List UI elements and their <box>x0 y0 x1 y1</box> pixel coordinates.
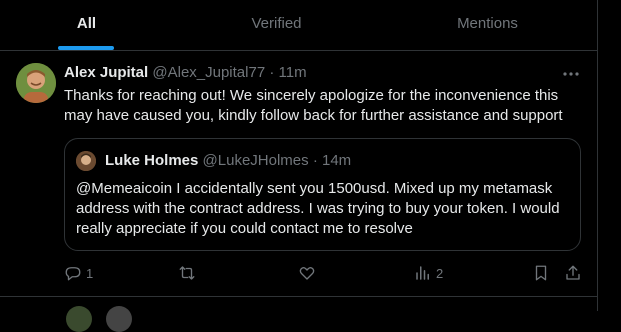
quote-author-handle: @LukeJHolmes <box>202 152 309 169</box>
active-tab-indicator <box>58 46 114 50</box>
tab-verified[interactable]: Verified <box>177 0 376 50</box>
separator-dot: · <box>269 64 275 81</box>
reply-icon <box>65 267 81 281</box>
share-icon <box>566 265 580 280</box>
tab-mentions[interactable]: Mentions <box>388 0 587 50</box>
tweet-text: Thanks for reaching out! We sincerely ap… <box>64 87 563 124</box>
views-icon <box>416 266 429 280</box>
column-border <box>597 0 598 311</box>
bookmark-icon <box>535 265 547 281</box>
quote-avatar <box>76 151 96 171</box>
quote-author-name: Luke Holmes <box>105 152 199 169</box>
quoted-tweet[interactable]: Luke Holmes @LukeJHolmes · 14m @Memeaico… <box>64 138 581 251</box>
quote-header: Luke Holmes @LukeJHolmes · 14m <box>105 152 351 169</box>
retweet-icon <box>179 266 195 280</box>
tab-all[interactable]: All <box>0 0 186 50</box>
avatar[interactable] <box>66 306 92 332</box>
notification-tabs: All Verified Mentions <box>0 0 597 51</box>
avatar[interactable] <box>16 63 56 103</box>
quote-timestamp: 14m <box>322 152 352 169</box>
author-handle[interactable]: @Alex_Jupital77 <box>152 64 265 81</box>
quote-text: @Memeaicoin I accidentally sent you 1500… <box>76 180 560 237</box>
avatar-image <box>16 63 56 103</box>
more-icon[interactable] <box>560 64 582 84</box>
author-name[interactable]: Alex Jupital <box>64 64 148 81</box>
separator-dot: · <box>312 152 318 169</box>
avatar[interactable] <box>106 306 132 332</box>
like-icon <box>299 267 315 280</box>
share-button[interactable] <box>564 263 582 283</box>
reply-count: 1 <box>86 265 94 281</box>
timestamp[interactable]: 11m <box>279 64 307 81</box>
tweet-header: Alex Jupital @Alex_Jupital77 · 11m <box>64 64 307 81</box>
views-button[interactable]: 2 <box>414 263 443 283</box>
retweet-button[interactable] <box>178 263 200 283</box>
views-count: 2 <box>436 265 444 281</box>
like-button[interactable] <box>298 263 320 283</box>
tweet-divider <box>0 296 597 297</box>
reply-button[interactable]: 1 <box>64 263 93 283</box>
bookmark-button[interactable] <box>532 263 550 283</box>
